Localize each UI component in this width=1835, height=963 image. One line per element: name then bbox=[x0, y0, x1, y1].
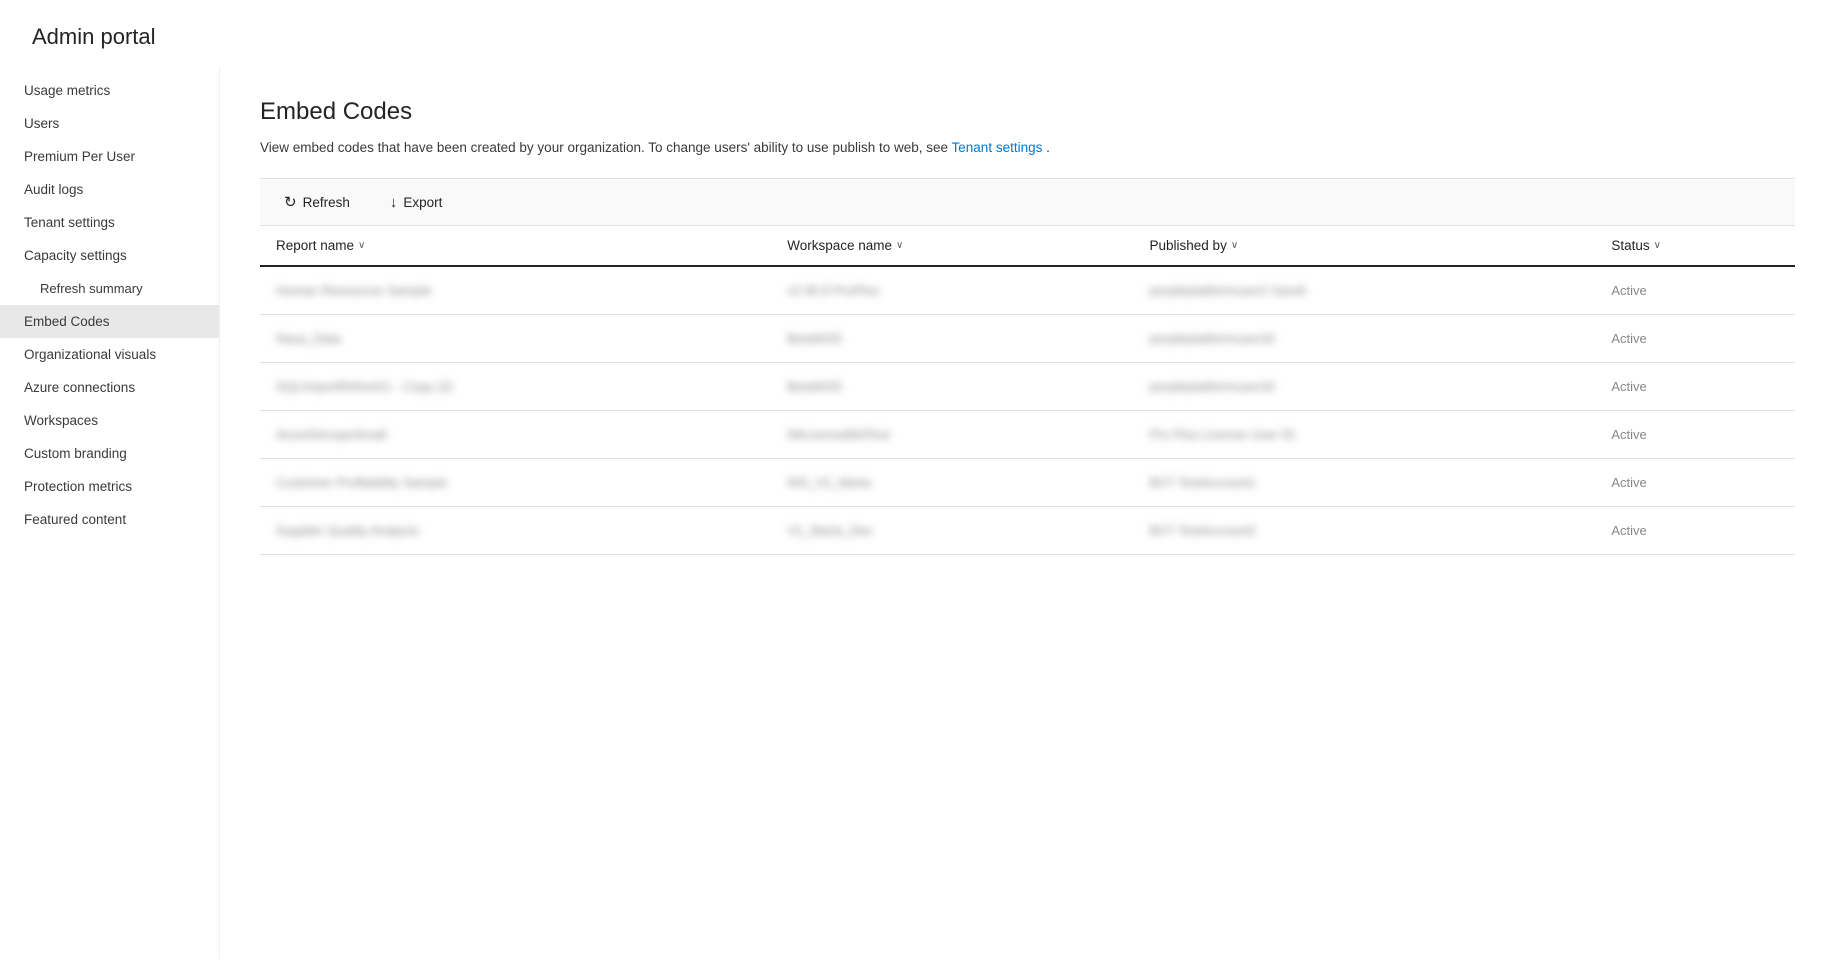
data-cell: WS_V2_Maria bbox=[771, 459, 1133, 507]
tenant-settings-link[interactable]: Tenant settings bbox=[952, 140, 1043, 155]
sidebar: Usage metricsUsersPremium Per UserAudit … bbox=[0, 66, 220, 959]
toolbar: ↻ Refresh ↓ Export bbox=[260, 178, 1795, 226]
sidebar-item-embed-codes[interactable]: Embed Codes bbox=[0, 305, 219, 338]
status-cell: Active bbox=[1595, 507, 1795, 555]
main-content: Embed Codes View embed codes that have b… bbox=[220, 66, 1835, 959]
data-cell: Human Resources Sample bbox=[260, 266, 771, 315]
table-row[interactable]: SQLImportRefresh1 - Copy (2)BetaWS5peopl… bbox=[260, 363, 1795, 411]
sidebar-item-users[interactable]: Users bbox=[0, 107, 219, 140]
data-cell: V1_Maria_Dec bbox=[771, 507, 1133, 555]
description: View embed codes that have been created … bbox=[260, 138, 1795, 158]
sidebar-item-featured-content[interactable]: Featured content bbox=[0, 503, 219, 536]
sidebar-item-audit-logs[interactable]: Audit logs bbox=[0, 173, 219, 206]
table-row[interactable]: Nasa_DataBetaWS5peopleplatformuser32Acti… bbox=[260, 315, 1795, 363]
col-header-status[interactable]: Status ∨ bbox=[1595, 226, 1795, 266]
data-cell: Pro Plus License User 81 bbox=[1134, 411, 1596, 459]
sidebar-item-capacity-settings[interactable]: Capacity settings bbox=[0, 239, 219, 272]
page-title: Embed Codes bbox=[260, 98, 1795, 126]
sidebar-item-protection-metrics[interactable]: Protection metrics bbox=[0, 470, 219, 503]
sidebar-item-workspaces[interactable]: Workspaces bbox=[0, 404, 219, 437]
sidebar-item-refresh-summary[interactable]: Refresh summary bbox=[0, 272, 219, 305]
refresh-icon: ↻ bbox=[284, 193, 297, 211]
sidebar-item-usage-metrics[interactable]: Usage metrics bbox=[0, 74, 219, 107]
data-cell: BVT TestAccount1 bbox=[1134, 459, 1596, 507]
data-cell: IMLicenseBIdTest bbox=[771, 411, 1133, 459]
data-cell: peopleplatformuser32 bbox=[1134, 363, 1596, 411]
sidebar-item-organizational-visuals[interactable]: Organizational visuals bbox=[0, 338, 219, 371]
status-cell: Active bbox=[1595, 266, 1795, 315]
data-cell: Nasa_Data bbox=[260, 315, 771, 363]
status-cell: Active bbox=[1595, 315, 1795, 363]
col-header-workspace-name[interactable]: Workspace name ∨ bbox=[771, 226, 1133, 266]
data-cell: SQLImportRefresh1 - Copy (2) bbox=[260, 363, 771, 411]
table-row[interactable]: Customer Profitability SampleWS_V2_Maria… bbox=[260, 459, 1795, 507]
col-header-report-name[interactable]: Report name ∨ bbox=[260, 226, 771, 266]
data-cell: AzureDevopsSmall bbox=[260, 411, 771, 459]
data-cell: peopleplatformuser32 bbox=[1134, 315, 1596, 363]
data-cell: v2 90.8 ProPlus bbox=[771, 266, 1133, 315]
export-icon: ↓ bbox=[390, 194, 398, 211]
sidebar-item-tenant-settings[interactable]: Tenant settings bbox=[0, 206, 219, 239]
app-title: Admin portal bbox=[0, 0, 1835, 66]
data-cell: Customer Profitability Sample bbox=[260, 459, 771, 507]
status-cell: Active bbox=[1595, 411, 1795, 459]
table-row[interactable]: Supplier Quality AnalysisV1_Maria_DecBVT… bbox=[260, 507, 1795, 555]
table-row[interactable]: Human Resources Samplev2 90.8 ProPluspeo… bbox=[260, 266, 1795, 315]
sidebar-item-premium-per-user[interactable]: Premium Per User bbox=[0, 140, 219, 173]
status-cell: Active bbox=[1595, 459, 1795, 507]
data-cell: BVT TestAccount2 bbox=[1134, 507, 1596, 555]
data-cell: Supplier Quality Analysis bbox=[260, 507, 771, 555]
sidebar-item-custom-branding[interactable]: Custom branding bbox=[0, 437, 219, 470]
data-cell: peopleplatformuser2 Sara5 bbox=[1134, 266, 1596, 315]
export-button[interactable]: ↓ Export bbox=[382, 190, 451, 215]
data-cell: BetaWS5 bbox=[771, 363, 1133, 411]
table-row[interactable]: AzureDevopsSmallIMLicenseBIdTestPro Plus… bbox=[260, 411, 1795, 459]
status-cell: Active bbox=[1595, 363, 1795, 411]
table-body: Human Resources Samplev2 90.8 ProPluspeo… bbox=[260, 266, 1795, 555]
sidebar-item-azure-connections[interactable]: Azure connections bbox=[0, 371, 219, 404]
table-header-row: Report name ∨Workspace name ∨Published b… bbox=[260, 226, 1795, 266]
embed-codes-table: Report name ∨Workspace name ∨Published b… bbox=[260, 226, 1795, 555]
col-header-published-by[interactable]: Published by ∨ bbox=[1134, 226, 1596, 266]
data-cell: BetaWS5 bbox=[771, 315, 1133, 363]
refresh-button[interactable]: ↻ Refresh bbox=[276, 189, 358, 215]
